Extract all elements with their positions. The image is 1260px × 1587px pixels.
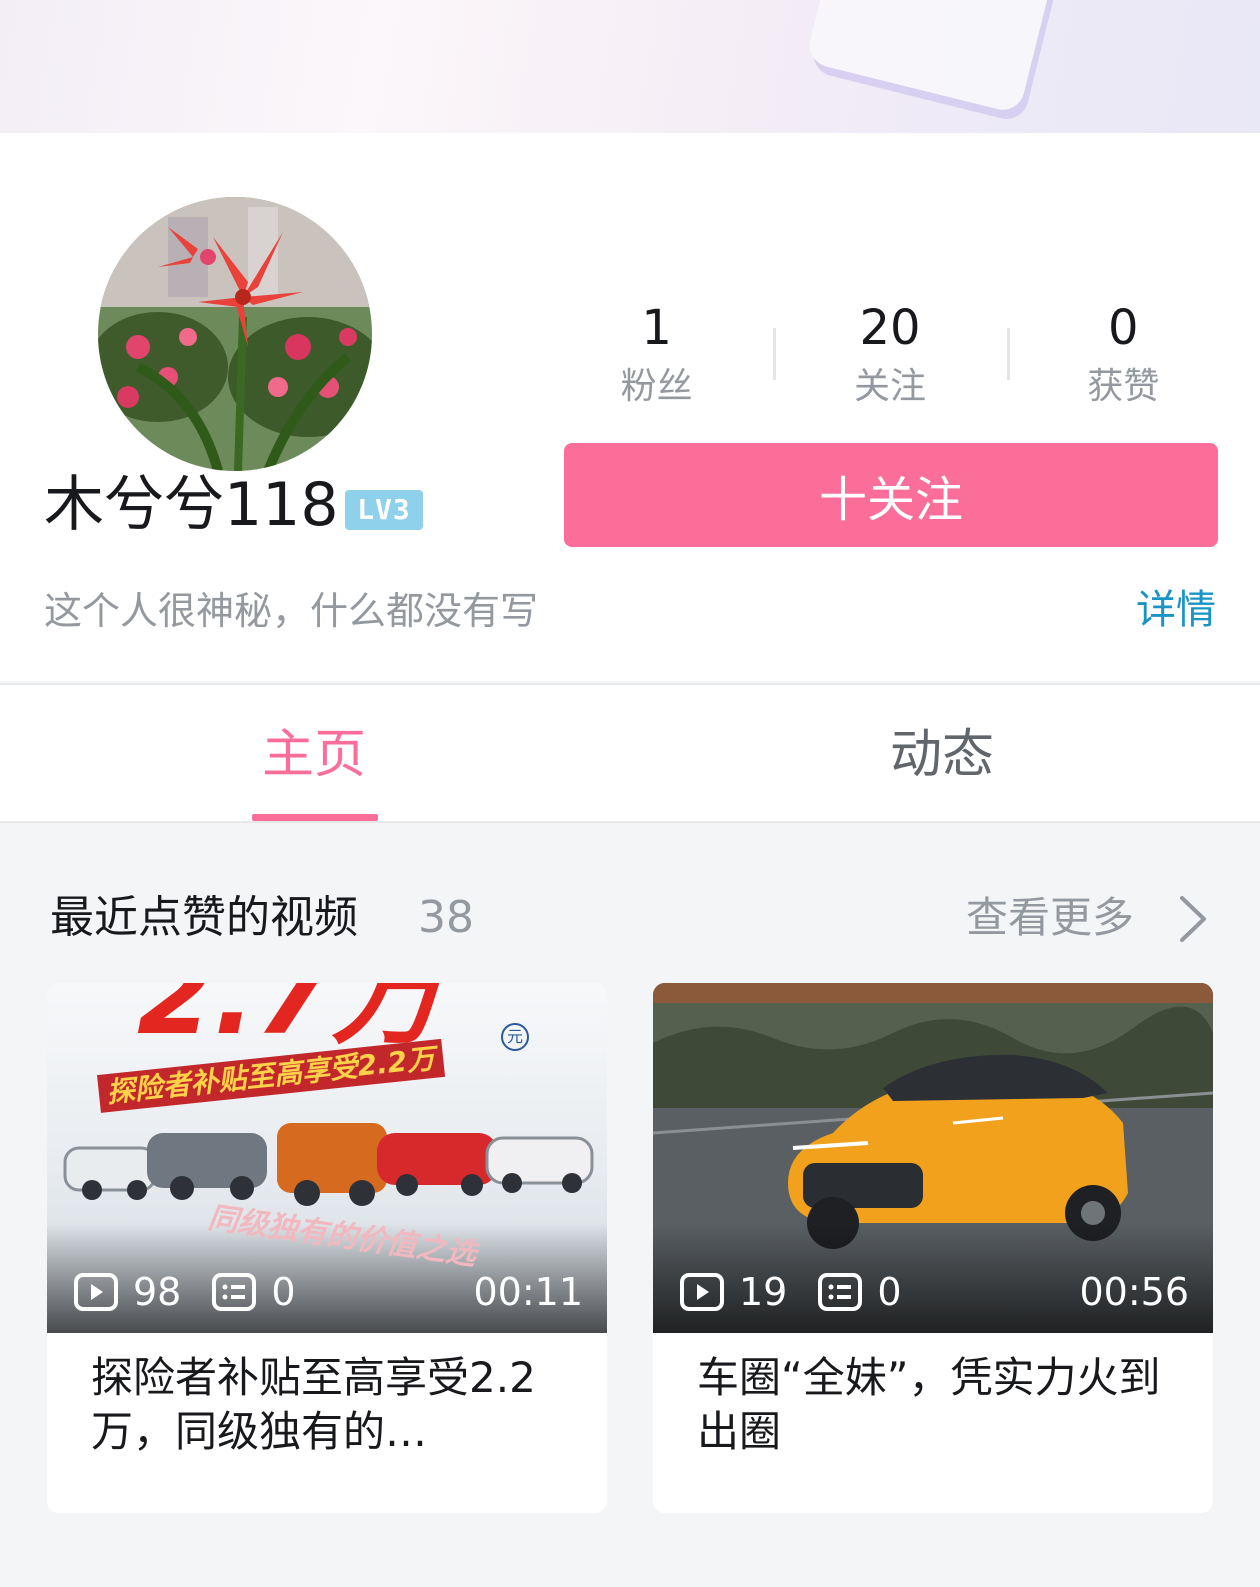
view-count: 98 [133, 1270, 182, 1314]
stat-following-value: 20 [859, 300, 921, 356]
stat-likes-label: 获赞 [1087, 366, 1160, 407]
stat-likes-value: 0 [1108, 300, 1139, 356]
tab-home[interactable]: 主页 [262, 723, 366, 787]
stat-fans[interactable]: 1 粉丝 [540, 298, 773, 418]
stat-fans-label: 粉丝 [620, 366, 693, 407]
stat-following[interactable]: 20 关注 [773, 298, 1006, 418]
active-tab-indicator [252, 814, 378, 821]
comment-count-icon [818, 1273, 863, 1311]
tab-dynamics[interactable]: 动态 [890, 723, 994, 787]
follow-button[interactable]: 十关注 [564, 443, 1218, 547]
stat-fans-value: 1 [641, 300, 672, 356]
play-count-icon [74, 1273, 118, 1311]
bio-text: 这个人很神秘，什么都没有写 [44, 589, 539, 633]
level-badge: LV3 [345, 490, 423, 530]
video-card[interactable]: 2.7万 元 探险者补贴至高享受2.2万 同级独有的价值之选 98 0 00:1… [47, 983, 607, 1513]
comment-count-icon [212, 1273, 257, 1311]
details-link[interactable]: 详情 [1136, 584, 1216, 636]
section-count: 38 [418, 892, 474, 943]
avatar[interactable] [90, 189, 380, 479]
profile-banner [0, 0, 1260, 133]
video-duration: 00:56 [1079, 1270, 1189, 1314]
video-meta: 98 0 [73, 1269, 326, 1315]
profile-stats: 1 粉丝 20 关注 0 获赞 [540, 298, 1240, 418]
thumb-yuan-text: 元 [501, 1023, 529, 1051]
avatar-flower-image [98, 197, 372, 471]
stat-likes[interactable]: 0 获赞 [1006, 298, 1240, 418]
view-count: 19 [739, 1270, 788, 1314]
profile-tabs: 主页 动态 [0, 683, 1260, 823]
comment-count: 0 [271, 1270, 296, 1314]
video-duration: 00:11 [473, 1270, 583, 1314]
video-title[interactable]: 探险者补贴至高享受2.2万，同级独有的… [91, 1351, 571, 1459]
comment-count: 0 [877, 1270, 902, 1314]
video-card[interactable]: 19 0 00:56 车圈“全妹”，凭实力火到出圈 [653, 983, 1213, 1513]
see-more-link[interactable]: 查看更多 [966, 890, 1134, 946]
chevron-right-icon[interactable] [1172, 894, 1212, 944]
section-title: 最近点赞的视频 [50, 892, 358, 943]
stat-following-label: 关注 [853, 366, 926, 407]
username: 木兮兮118 [44, 470, 339, 540]
video-thumbnail[interactable]: 2.7万 元 探险者补贴至高享受2.2万 同级独有的价值之选 98 0 00:1… [47, 983, 607, 1333]
video-title[interactable]: 车圈“全妹”，凭实力火到出圈 [697, 1351, 1177, 1459]
banner-decoration [805, 0, 1055, 115]
video-meta: 19 0 [679, 1269, 932, 1315]
play-count-icon [680, 1273, 724, 1311]
video-thumbnail[interactable]: 19 0 00:56 [653, 983, 1213, 1333]
